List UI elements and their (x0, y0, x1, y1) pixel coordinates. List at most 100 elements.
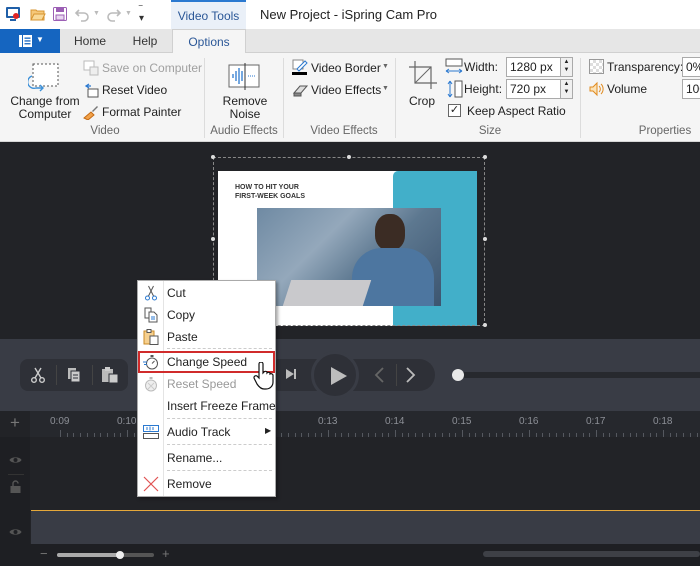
menu-item-insert-freeze-frame[interactable]: Insert Freeze Frame (138, 395, 276, 417)
next-frame-icon[interactable] (284, 367, 298, 381)
ruler-tick (596, 430, 597, 437)
menu-item-label: Cut (167, 286, 186, 300)
width-label: Width: (464, 60, 499, 74)
divider (396, 364, 397, 386)
dropdown-arrow-icon: ▼ (382, 85, 389, 92)
group-label-audio-effects: Audio Effects (210, 125, 278, 137)
open-icon[interactable] (30, 6, 46, 22)
resize-handle[interactable] (483, 323, 487, 327)
seek-thumb[interactable] (452, 369, 464, 381)
width-spinner[interactable]: ▲ ▼ (560, 57, 573, 77)
paste-icon (143, 329, 159, 345)
resize-handle[interactable] (483, 237, 487, 241)
resize-handle[interactable] (211, 155, 215, 159)
menu-item-label: Audio Track (167, 425, 231, 439)
add-track-button[interactable]: + (10, 414, 20, 432)
ruler-tick (663, 430, 664, 437)
width-input[interactable]: 1280 px (506, 57, 561, 77)
video-border-button[interactable]: Video Border ▼ (292, 59, 390, 77)
copy-icon (144, 307, 158, 323)
scissors-icon (145, 285, 157, 301)
ruler-tick (529, 430, 530, 437)
video-tools-context-tab: Video Tools (171, 0, 246, 29)
video-border-label: Video Border (311, 61, 381, 75)
file-menu-button[interactable]: ▼ (0, 29, 60, 53)
ruler-tick (127, 430, 128, 437)
cut-icon[interactable] (30, 367, 46, 383)
remove-noise-label-2: Noise (229, 107, 261, 121)
group-separator (283, 58, 284, 138)
previous-marker-icon[interactable] (373, 367, 385, 383)
tab-home[interactable]: Home (64, 29, 116, 53)
copy-icon[interactable] (66, 367, 82, 383)
remove-icon (143, 476, 159, 492)
transparency-input[interactable]: 0% (682, 57, 700, 77)
paste-icon[interactable] (101, 366, 119, 384)
tab-help[interactable]: Help (120, 29, 170, 53)
seek-bar[interactable] (458, 372, 700, 378)
remove-noise-icon (228, 63, 260, 90)
horizontal-scrollbar[interactable] (483, 551, 700, 557)
divider (8, 474, 24, 475)
save-on-computer-button[interactable]: Save on Computer (83, 59, 203, 77)
format-painter-label: Format Painter (102, 105, 182, 119)
menu-separator (167, 418, 272, 419)
remove-noise-button[interactable]: Remove Noise (214, 60, 276, 122)
format-painter-button[interactable]: Format Painter (83, 103, 183, 121)
reset-video-button[interactable]: Reset Video (83, 81, 173, 99)
menu-item-rename[interactable]: Rename... (138, 447, 275, 469)
ruler-tick-label: 0:13 (318, 416, 338, 427)
submenu-arrow-icon: ▶ (265, 426, 272, 435)
tab-options[interactable]: Options (172, 29, 246, 54)
group-label-size: Size (478, 125, 502, 137)
app-icon (6, 7, 20, 21)
volume-input[interactable]: 100 (682, 79, 700, 99)
zoom-in-button[interactable]: + (162, 546, 170, 561)
save-icon[interactable] (52, 6, 68, 22)
zoom-out-button[interactable]: − (40, 546, 48, 561)
keep-aspect-ratio-checkbox[interactable]: ✓ (448, 104, 461, 117)
resize-handle[interactable] (483, 155, 487, 159)
resize-handle[interactable] (347, 155, 351, 159)
menu-item-label: Change Speed (167, 355, 248, 369)
height-input[interactable]: 720 px (506, 79, 561, 99)
unlock-icon[interactable] (10, 480, 21, 493)
menu-item-audio-track[interactable]: Audio Track ▶ (138, 421, 275, 443)
timeline-zoom-thumb[interactable] (116, 551, 124, 559)
menu-item-label: Insert Freeze Frame (167, 399, 276, 413)
menu-separator (167, 470, 272, 471)
width-icon (445, 58, 463, 74)
video-border-icon (292, 59, 308, 75)
ruler-tick-label: 0:09 (50, 416, 70, 427)
eye-icon[interactable] (9, 527, 22, 537)
change-from-computer-button[interactable]: Change from Computer (6, 60, 84, 122)
video-effects-button[interactable]: Video Effects ▼ (292, 81, 390, 99)
format-painter-icon (83, 106, 98, 120)
play-button[interactable] (311, 351, 359, 399)
timeline-zoom-fill (57, 553, 120, 557)
undo-dropdown-icon[interactable]: ▼ (93, 10, 100, 17)
reset-video-icon (84, 83, 99, 98)
menu-item-copy[interactable]: Copy (138, 304, 275, 326)
eye-icon[interactable] (9, 455, 22, 465)
next-marker-icon[interactable] (405, 367, 417, 383)
save-on-computer-icon (83, 60, 99, 76)
menu-item-remove[interactable]: Remove (138, 473, 275, 495)
menu-item-paste[interactable]: Paste (138, 326, 275, 348)
height-spinner[interactable]: ▲ ▼ (560, 79, 573, 99)
customize-quick-access-icon[interactable]: ‾ ▾ (139, 6, 144, 24)
redo-dropdown-icon[interactable]: ▼ (125, 10, 132, 17)
transparency-icon (589, 59, 604, 74)
resize-handle[interactable] (211, 237, 215, 241)
audio-track[interactable] (31, 510, 700, 544)
crop-button[interactable]: Crop (405, 60, 441, 110)
undo-icon[interactable] (74, 6, 90, 22)
menu-item-cut[interactable]: Cut (138, 282, 275, 304)
dropdown-arrow-icon: ▼ (382, 63, 389, 70)
menu-list-icon (19, 35, 32, 47)
redo-icon[interactable] (106, 6, 122, 22)
volume-icon (589, 81, 604, 97)
ruler-tick-label: 0:14 (385, 416, 405, 427)
chevron-down-icon: ▼ (36, 35, 44, 44)
change-video-icon (28, 63, 59, 92)
